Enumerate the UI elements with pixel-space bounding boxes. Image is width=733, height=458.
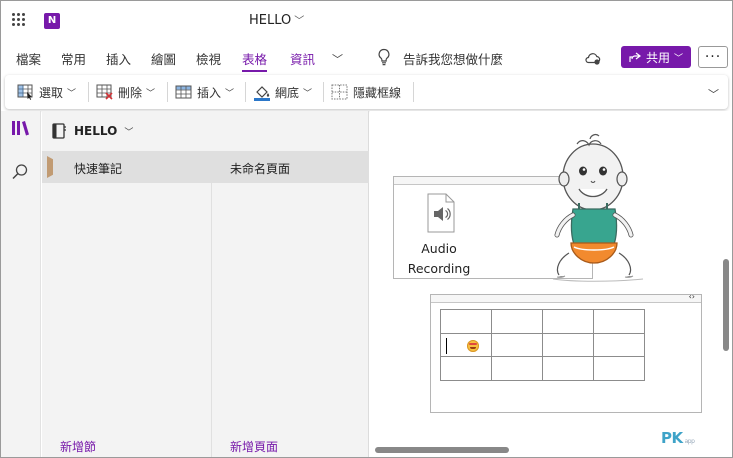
section-color-tab: [47, 156, 53, 178]
resize-grip-icon[interactable]: ‹›: [689, 292, 695, 301]
share-button-label: 共用: [645, 50, 670, 65]
tab-table[interactable]: 表格: [242, 49, 268, 72]
title-bar: N HELLO ﹀: [1, 1, 732, 41]
section-label: 快速筆記: [74, 162, 123, 176]
table-cell[interactable]: [542, 332, 594, 357]
page-item-untitled[interactable]: 未命名頁面: [212, 151, 369, 183]
table-cell[interactable]: [593, 356, 645, 381]
section-list: 快速筆記 新增節: [42, 151, 212, 457]
table-cell[interactable]: [440, 332, 492, 357]
watermark-main-text: PK: [661, 429, 683, 447]
table-row: [440, 309, 645, 334]
page-canvas[interactable]: ‹› Audio Recording: [370, 111, 732, 457]
audio-recording-label: Audio Recording: [394, 239, 484, 279]
tab-view[interactable]: 檢視: [196, 49, 221, 68]
lightbulb-icon: [378, 48, 390, 66]
navigation-rail: [1, 111, 41, 457]
share-button[interactable]: 共用 ﹀: [621, 46, 691, 68]
paint-bucket-icon: [254, 86, 270, 101]
library-icon[interactable]: [10, 120, 32, 136]
ribbon-divider: [323, 82, 324, 102]
chevron-down-icon: ﹀: [294, 16, 305, 27]
delete-label: 刪除: [118, 85, 143, 100]
ribbon-divider: [245, 82, 246, 102]
add-section-link[interactable]: 新增節: [60, 438, 96, 455]
vertical-scrollbar[interactable]: [723, 259, 729, 351]
cloud-sync-icon[interactable]: [584, 50, 602, 66]
ribbon-expand-chevron-icon[interactable]: ﹀: [708, 86, 719, 102]
ribbon-divider: [413, 82, 414, 102]
emoji-face-icon: [467, 339, 479, 352]
table-cell[interactable]: [542, 356, 594, 381]
table-cell[interactable]: [593, 309, 645, 334]
table-row: [440, 356, 645, 381]
table-cell[interactable]: [440, 356, 492, 381]
chevron-down-icon: ﹀: [146, 88, 156, 99]
share-arrow-icon: [629, 52, 641, 62]
speaker-file-icon[interactable]: [426, 193, 456, 233]
more-options-button[interactable]: ···: [698, 46, 728, 68]
tell-me-search[interactable]: 告訴我您想做什麼: [403, 49, 503, 68]
notebook-icon: [52, 123, 66, 139]
chevron-down-icon: ﹀: [674, 53, 684, 64]
menu-bar: 檔案 常用 插入 繪圖 檢視 表格 資訊 ﹀ 告訴我您想做什麼 共用 ﹀ ···: [1, 41, 732, 75]
table-cell[interactable]: [491, 356, 543, 381]
select-button[interactable]: 選取 ﹀: [17, 83, 76, 101]
chevron-down-icon: ﹀: [303, 88, 313, 99]
note-table[interactable]: [440, 309, 645, 381]
hide-borders-label: 隱藏框線: [353, 85, 402, 100]
shading-label: 網底: [275, 85, 300, 100]
baby-cartoon-image[interactable]: [543, 131, 653, 291]
section-item-quick-notes[interactable]: 快速筆記: [42, 151, 212, 183]
notebook-name: HELLO: [74, 124, 118, 138]
table-note-container[interactable]: ‹›: [430, 292, 702, 413]
tab-insert[interactable]: 插入: [106, 49, 131, 68]
apps-grid-icon[interactable]: [12, 13, 26, 27]
table-cell[interactable]: [491, 332, 543, 357]
notebook-panel: HELLO ﹀ 快速筆記 新增節 未命名頁面 新增頁面: [42, 111, 369, 457]
ribbon-toolbar: 選取 ﹀ 刪除 ﹀ 插入 ﹀ 網底 ﹀ 隱藏框線 ﹀: [5, 75, 728, 109]
tab-file[interactable]: 檔案: [16, 49, 41, 68]
table-cell[interactable]: [440, 309, 492, 334]
watermark-sub-text: app: [684, 438, 695, 445]
table-cell[interactable]: [593, 332, 645, 357]
select-label: 選取: [39, 85, 64, 100]
insert-button[interactable]: 插入 ﹀: [175, 83, 234, 101]
insert-label: 插入: [197, 85, 222, 100]
shading-button[interactable]: 網底 ﹀: [253, 83, 312, 101]
hide-borders-button[interactable]: 隱藏框線: [331, 83, 401, 101]
page-list: 未命名頁面 新增頁面: [212, 151, 369, 457]
table-insert-icon: [175, 85, 192, 99]
tab-home[interactable]: 常用: [61, 49, 86, 68]
horizontal-scrollbar[interactable]: [375, 447, 509, 453]
notebook-selector[interactable]: HELLO ﹀: [42, 111, 369, 151]
container-handle-bar[interactable]: ‹›: [431, 292, 701, 303]
more-tabs-chevron-icon[interactable]: ﹀: [332, 51, 343, 67]
tab-info[interactable]: 資訊: [290, 49, 315, 68]
table-row: [440, 332, 645, 357]
chevron-down-icon: ﹀: [225, 88, 235, 99]
page-label: 未命名頁面: [230, 162, 291, 176]
table-delete-icon: [96, 84, 113, 100]
add-page-link[interactable]: 新增頁面: [230, 438, 278, 455]
table-cell[interactable]: [491, 309, 543, 334]
document-title[interactable]: HELLO ﹀: [249, 12, 304, 28]
delete-button[interactable]: 刪除 ﹀: [96, 83, 155, 101]
document-title-text: HELLO: [249, 13, 292, 28]
table-cell[interactable]: [542, 309, 594, 334]
hide-borders-icon: [331, 84, 348, 100]
chevron-down-icon: ﹀: [124, 127, 134, 138]
chevron-down-icon: ﹀: [67, 88, 77, 99]
tab-draw[interactable]: 繪圖: [151, 49, 176, 68]
watermark-logo: PK app: [661, 429, 695, 447]
table-select-icon: [17, 84, 33, 100]
search-icon[interactable]: [11, 163, 29, 181]
ribbon-divider: [88, 82, 89, 102]
audio-label-line2: Recording: [407, 261, 471, 276]
onenote-window: N HELLO ﹀ 檔案 常用 插入 繪圖 檢視 表格 資訊 ﹀ 告訴我您想做什麼…: [0, 0, 733, 458]
onenote-logo-icon: N: [44, 13, 60, 29]
text-cursor: [446, 337, 447, 354]
ribbon-divider: [167, 82, 168, 102]
audio-label-line1: Audio: [421, 241, 457, 256]
